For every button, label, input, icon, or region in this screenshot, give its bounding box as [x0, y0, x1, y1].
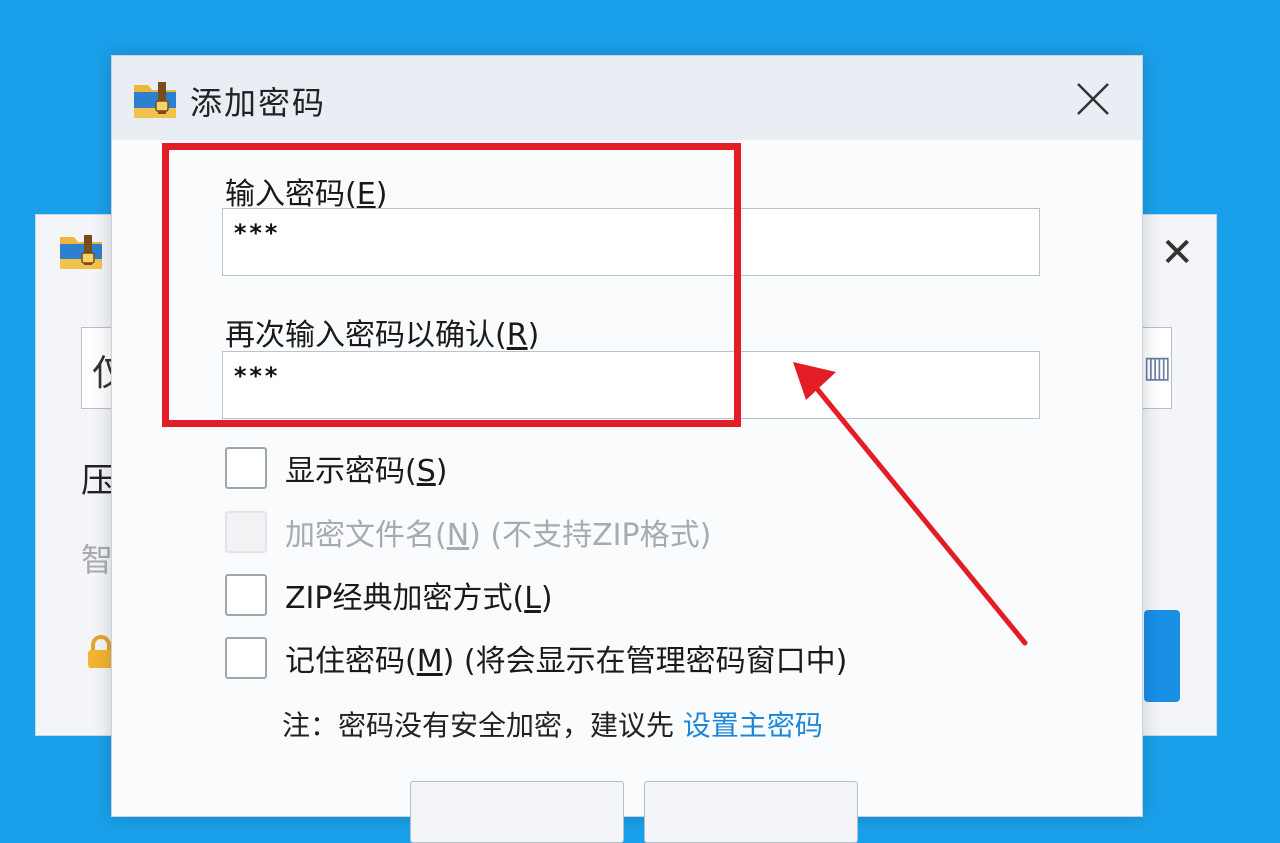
cancel-button[interactable]	[644, 781, 858, 843]
folder-zip-icon	[60, 235, 102, 269]
background-label-muted: 智	[81, 541, 114, 579]
option-zip-classic[interactable]: ZIP经典加密方式(L)	[225, 573, 553, 617]
background-label: 压	[81, 461, 115, 501]
dialog-title: 添加密码	[190, 84, 327, 122]
encrypt-filenames-checkbox	[225, 511, 267, 553]
show-password-checkbox[interactable]	[225, 447, 267, 489]
security-note: 注：密码没有安全加密，建议先 设置主密码	[282, 709, 823, 742]
ok-button[interactable]	[410, 781, 624, 843]
close-icon[interactable]	[1068, 74, 1118, 124]
folder-zip-icon	[134, 82, 176, 118]
set-master-password-link[interactable]: 设置主密码	[683, 709, 823, 742]
option-remember-password[interactable]: 记住密码(M) (将会显示在管理密码窗口中)	[225, 636, 847, 680]
show-password-label: 显示密码(S)	[285, 454, 448, 489]
remember-password-checkbox[interactable]	[225, 637, 267, 679]
background-close-icon[interactable]: ✕	[1160, 233, 1194, 273]
option-encrypt-filenames: 加密文件名(N) (不支持ZIP格式)	[225, 510, 711, 554]
zip-classic-label: ZIP经典加密方式(L)	[285, 581, 553, 616]
background-primary-button[interactable]	[1144, 610, 1180, 702]
zip-classic-checkbox[interactable]	[225, 574, 267, 616]
dialog-titlebar: 添加密码	[112, 56, 1142, 140]
highlight-box	[162, 143, 741, 427]
option-show-password[interactable]: 显示密码(S)	[225, 446, 447, 490]
encrypt-filenames-label: 加密文件名(N) (不支持ZIP格式)	[285, 518, 712, 553]
remember-password-label: 记住密码(M) (将会显示在管理密码窗口中)	[285, 644, 848, 679]
